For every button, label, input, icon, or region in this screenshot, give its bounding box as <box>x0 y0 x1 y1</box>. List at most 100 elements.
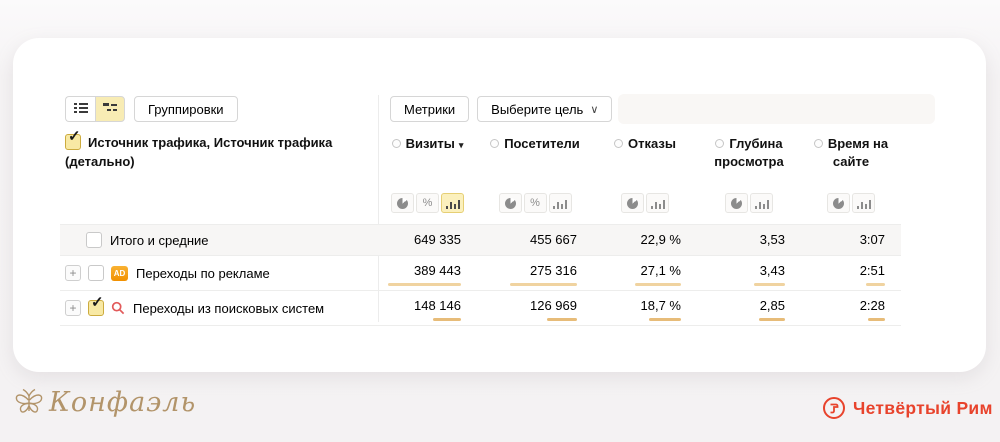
bar-chart-icon-button[interactable] <box>646 193 669 213</box>
value-bar <box>754 283 785 286</box>
value-bar <box>866 283 885 286</box>
bounces-view-switcher <box>593 193 697 213</box>
report-table: Итого и средние 649 335 455 667 22,9 % 3… <box>60 224 901 326</box>
groupings-button[interactable]: Группировки <box>134 96 238 122</box>
pie-chart-icon-button[interactable] <box>725 193 748 213</box>
left-toolbar: Группировки <box>65 96 238 122</box>
row-label: Переходы по рекламе <box>136 266 270 281</box>
phone-circle-icon <box>822 396 846 420</box>
value-bar <box>547 318 577 321</box>
dimension-label: Источник трафика, Источник трафика (дета… <box>65 135 332 169</box>
row-label-cell: + ✓ Переходы из поисковых систем <box>60 291 378 325</box>
column-header-depth[interactable]: Глубина просмотра <box>697 135 801 171</box>
percent-icon: % <box>530 197 540 209</box>
metrics-button[interactable]: Метрики <box>390 96 469 122</box>
chevron-down-icon: ∨ <box>590 103 598 116</box>
pie-chart-icon-button[interactable] <box>621 193 644 213</box>
view-toggle <box>65 96 125 122</box>
metric-radio-icon[interactable] <box>614 139 623 148</box>
value-bar <box>510 283 577 286</box>
value-bar <box>868 318 885 321</box>
metric-radio-icon[interactable] <box>490 139 499 148</box>
totals-row: Итого и средние 649 335 455 667 22,9 % 3… <box>60 224 901 255</box>
column-label: Посетители <box>504 136 580 151</box>
pie-chart-icon <box>627 198 638 209</box>
visitors-view-switcher: % <box>477 193 593 213</box>
value-bar <box>759 318 785 321</box>
report-card: Группировки Метрики Выберите цель ∨ ✓Ист… <box>13 38 986 372</box>
right-toolbar: Метрики Выберите цель ∨ <box>390 96 612 122</box>
row-checkbox[interactable]: ✓ <box>88 300 104 316</box>
brand-chetvertyi-rim: Четвёртый Рим <box>822 396 993 420</box>
pie-chart-icon-button[interactable] <box>499 193 522 213</box>
bar-chart-icon-button[interactable] <box>441 193 464 213</box>
bar-chart-icon <box>446 198 460 209</box>
column-headers: Визиты▾ Посетители Отказы Глубина просмо… <box>378 135 901 171</box>
column-label: Отказы <box>628 136 676 151</box>
metric-value: 18,7 % <box>593 291 697 325</box>
percent-icon-button[interactable]: % <box>416 193 439 213</box>
check-icon: ✓ <box>68 127 81 146</box>
table-row-search: + ✓ Переходы из поисковых систем 148 146… <box>60 290 901 326</box>
brand-chetvertyi-rim-label: Четвёртый Рим <box>853 398 993 419</box>
depth-view-switcher <box>697 193 801 213</box>
row-label: Итого и средние <box>110 233 208 248</box>
hierarchy-view-icon <box>103 102 117 117</box>
column-header-visitors[interactable]: Посетители <box>477 135 593 171</box>
goal-select-button[interactable]: Выберите цель ∨ <box>477 96 612 122</box>
metric-value: 275 316 <box>477 256 593 290</box>
time-view-switcher <box>801 193 901 213</box>
pie-chart-icon <box>505 198 516 209</box>
list-view-button[interactable] <box>65 96 95 122</box>
brand-konfael: Конфаэль <box>12 384 196 420</box>
bar-chart-icon <box>651 198 665 209</box>
column-header-visits[interactable]: Визиты▾ <box>378 135 477 171</box>
hierarchy-view-button[interactable] <box>95 96 125 122</box>
metric-value: 3,53 <box>697 225 801 255</box>
percent-icon-button[interactable]: % <box>524 193 547 213</box>
row-label-cell: Итого и средние <box>60 225 378 255</box>
bar-chart-icon <box>857 198 871 209</box>
metric-value: 389 443 <box>378 256 477 290</box>
pie-chart-icon-button[interactable] <box>827 193 850 213</box>
pie-chart-icon <box>731 198 742 209</box>
pie-chart-icon-button[interactable] <box>391 193 414 213</box>
visits-view-switcher: % <box>378 193 477 213</box>
metric-view-switchers: % % <box>378 193 901 213</box>
column-header-bounces[interactable]: Отказы <box>593 135 697 171</box>
bar-chart-icon-button[interactable] <box>549 193 572 213</box>
search-magnifier-icon <box>111 301 125 315</box>
row-label-cell: + AD Переходы по рекламе <box>60 256 378 290</box>
metric-radio-icon[interactable] <box>814 139 823 148</box>
value-bar <box>649 318 681 321</box>
metric-value: 27,1 % <box>593 256 697 290</box>
metric-value: 148 146 <box>378 291 477 325</box>
bar-chart-icon-button[interactable] <box>852 193 875 213</box>
column-header-time-on-site[interactable]: Время на сайте <box>801 135 901 171</box>
chart-controls-placeholder <box>618 94 935 124</box>
expand-button[interactable]: + <box>65 265 81 281</box>
metric-value: 649 335 <box>378 225 477 255</box>
dimension-header: ✓Источник трафика, Источник трафика (дет… <box>65 133 370 171</box>
metric-value: 126 969 <box>477 291 593 325</box>
column-label: Время на сайте <box>828 136 888 169</box>
bar-chart-icon-button[interactable] <box>750 193 773 213</box>
metric-value: 2:51 <box>801 256 901 290</box>
pie-chart-icon <box>397 198 408 209</box>
metric-radio-icon[interactable] <box>392 139 401 148</box>
metric-radio-icon[interactable] <box>715 139 724 148</box>
row-label: Переходы из поисковых систем <box>133 301 324 316</box>
expand-button[interactable]: + <box>65 300 81 316</box>
dropdown-arrow-icon: ▾ <box>459 140 464 150</box>
metric-value: 2:28 <box>801 291 901 325</box>
metric-value: 455 667 <box>477 225 593 255</box>
row-checkbox[interactable] <box>88 265 104 281</box>
bar-chart-icon <box>553 198 567 209</box>
goal-select-label: Выберите цель <box>491 102 583 117</box>
metric-value: 3:07 <box>801 225 901 255</box>
pie-chart-icon <box>833 198 844 209</box>
value-bar <box>433 318 461 321</box>
row-checkbox[interactable] <box>86 232 102 248</box>
dimension-checkbox[interactable]: ✓ <box>65 134 81 150</box>
metric-value: 22,9 % <box>593 225 697 255</box>
